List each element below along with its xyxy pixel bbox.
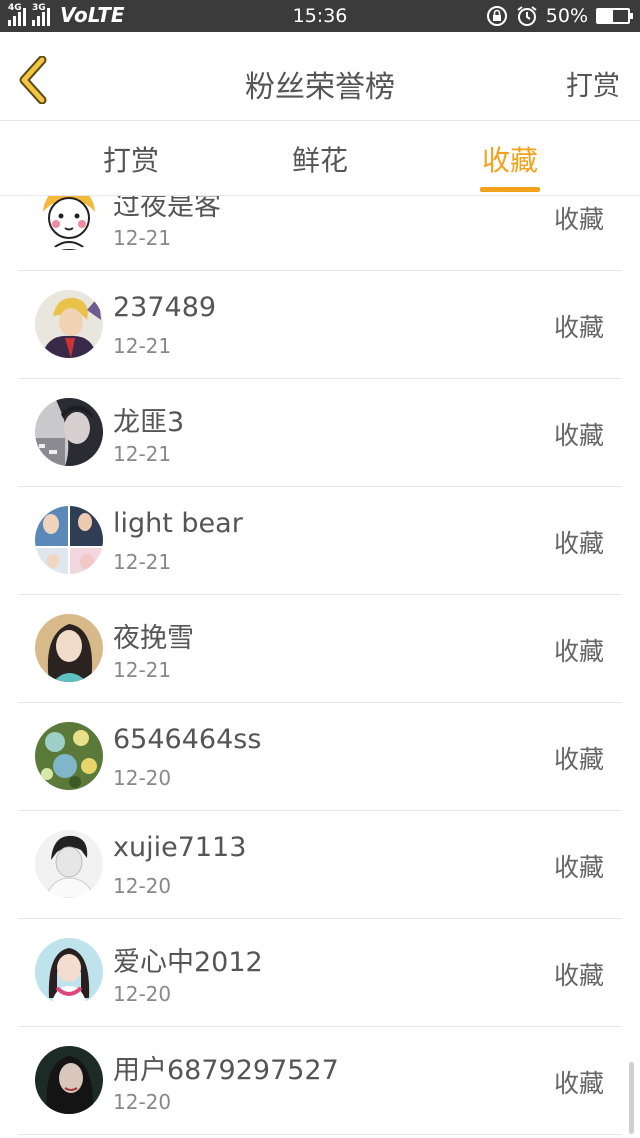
user-name: 爱心中2012 (113, 947, 263, 978)
system-icons: 50% (486, 5, 633, 27)
bw-portrait-avatar[interactable] (35, 830, 103, 898)
alarm-icon (517, 6, 537, 26)
favorite-date: 12-21 (113, 442, 172, 466)
favorite-label: 收藏 (553, 205, 604, 234)
anime-boy-avatar[interactable] (35, 290, 103, 358)
favorite-date: 12-20 (113, 874, 172, 898)
tab-flowers-label: 鲜花 (292, 144, 349, 177)
list-item[interactable]: 用户6879297527 12-20 收藏 (18, 1026, 622, 1135)
collage-avatar[interactable] (35, 506, 103, 574)
tab-favorites-label: 收藏 (482, 144, 539, 177)
tab-favorites[interactable]: 收藏 (480, 139, 541, 192)
active-tab-indicator (480, 187, 541, 192)
girl-portrait-avatar[interactable] (35, 614, 103, 682)
battery-percent: 50% (545, 5, 588, 27)
user-name: 237489 (113, 292, 217, 323)
list-item[interactable]: 龙匪3 12-21 收藏 (18, 378, 622, 487)
list-item[interactable]: 6546464ss 12-20 收藏 (18, 702, 622, 811)
favorite-label: 收藏 (553, 961, 604, 990)
favorite-date: 12-20 (113, 766, 172, 790)
favorite-label: 收藏 (553, 1069, 604, 1098)
favorite-label: 收藏 (553, 853, 604, 882)
favorite-label: 收藏 (553, 421, 604, 450)
battery-level (598, 10, 613, 22)
dark-portrait-avatar[interactable] (35, 398, 103, 466)
favorite-date: 12-20 (113, 1090, 172, 1114)
favorite-date: 12-21 (113, 334, 172, 358)
user-name: 龙匪3 (113, 407, 185, 438)
favorite-date: 12-21 (113, 550, 172, 574)
user-name: light bear (113, 508, 243, 539)
fan-list[interactable]: 过夜是客 12-21 收藏 237489 12-21 收藏 龙匪3 12-21 … (0, 196, 640, 1138)
status-bar: 4G 3G VoLTE 15:36 50% (0, 0, 640, 32)
user-name: 过夜是客 (113, 196, 221, 222)
favorite-label: 收藏 (553, 529, 604, 558)
battery-icon (596, 8, 633, 24)
tab-bar: 打赏 鲜花 收藏 (0, 121, 640, 196)
flowers-avatar[interactable] (35, 722, 103, 790)
favorite-label: 收藏 (553, 637, 604, 666)
navigation-header: 粉丝荣誉榜 打赏 (0, 32, 640, 121)
tab-reward-label: 打赏 (103, 144, 160, 177)
list-item[interactable]: xujie7113 12-20 收藏 (18, 810, 622, 919)
favorite-date: 12-21 (113, 226, 172, 250)
user-name: 6546464ss (113, 724, 262, 755)
page-title: 粉丝荣誉榜 (245, 70, 395, 105)
dark-girl-avatar[interactable] (35, 1046, 103, 1114)
list-item[interactable]: 过夜是客 12-21 收藏 (18, 196, 622, 271)
pink-girl-avatar[interactable] (35, 938, 103, 1006)
tab-reward[interactable]: 打赏 (103, 139, 159, 179)
list-item[interactable]: 237489 12-21 收藏 (18, 270, 622, 379)
list-item[interactable]: 爱心中2012 12-20 收藏 (18, 918, 622, 1027)
list-item[interactable]: light bear 12-21 收藏 (18, 486, 622, 595)
rotation-lock-icon (486, 6, 507, 26)
cartoon-girl-avatar[interactable] (35, 196, 103, 250)
tab-flowers[interactable]: 鲜花 (292, 139, 348, 179)
favorite-label: 收藏 (553, 313, 604, 342)
favorite-date: 12-21 (113, 658, 172, 682)
list-item[interactable]: 夜挽雪 12-21 收藏 (18, 594, 622, 703)
reward-button[interactable]: 打赏 (566, 64, 620, 103)
user-name: 夜挽雪 (113, 623, 194, 654)
scrollbar[interactable] (629, 1062, 634, 1134)
favorite-date: 12-20 (113, 982, 172, 1006)
user-name: 用户6879297527 (113, 1055, 339, 1086)
user-name: xujie7113 (113, 832, 247, 863)
favorite-label: 收藏 (553, 745, 604, 774)
